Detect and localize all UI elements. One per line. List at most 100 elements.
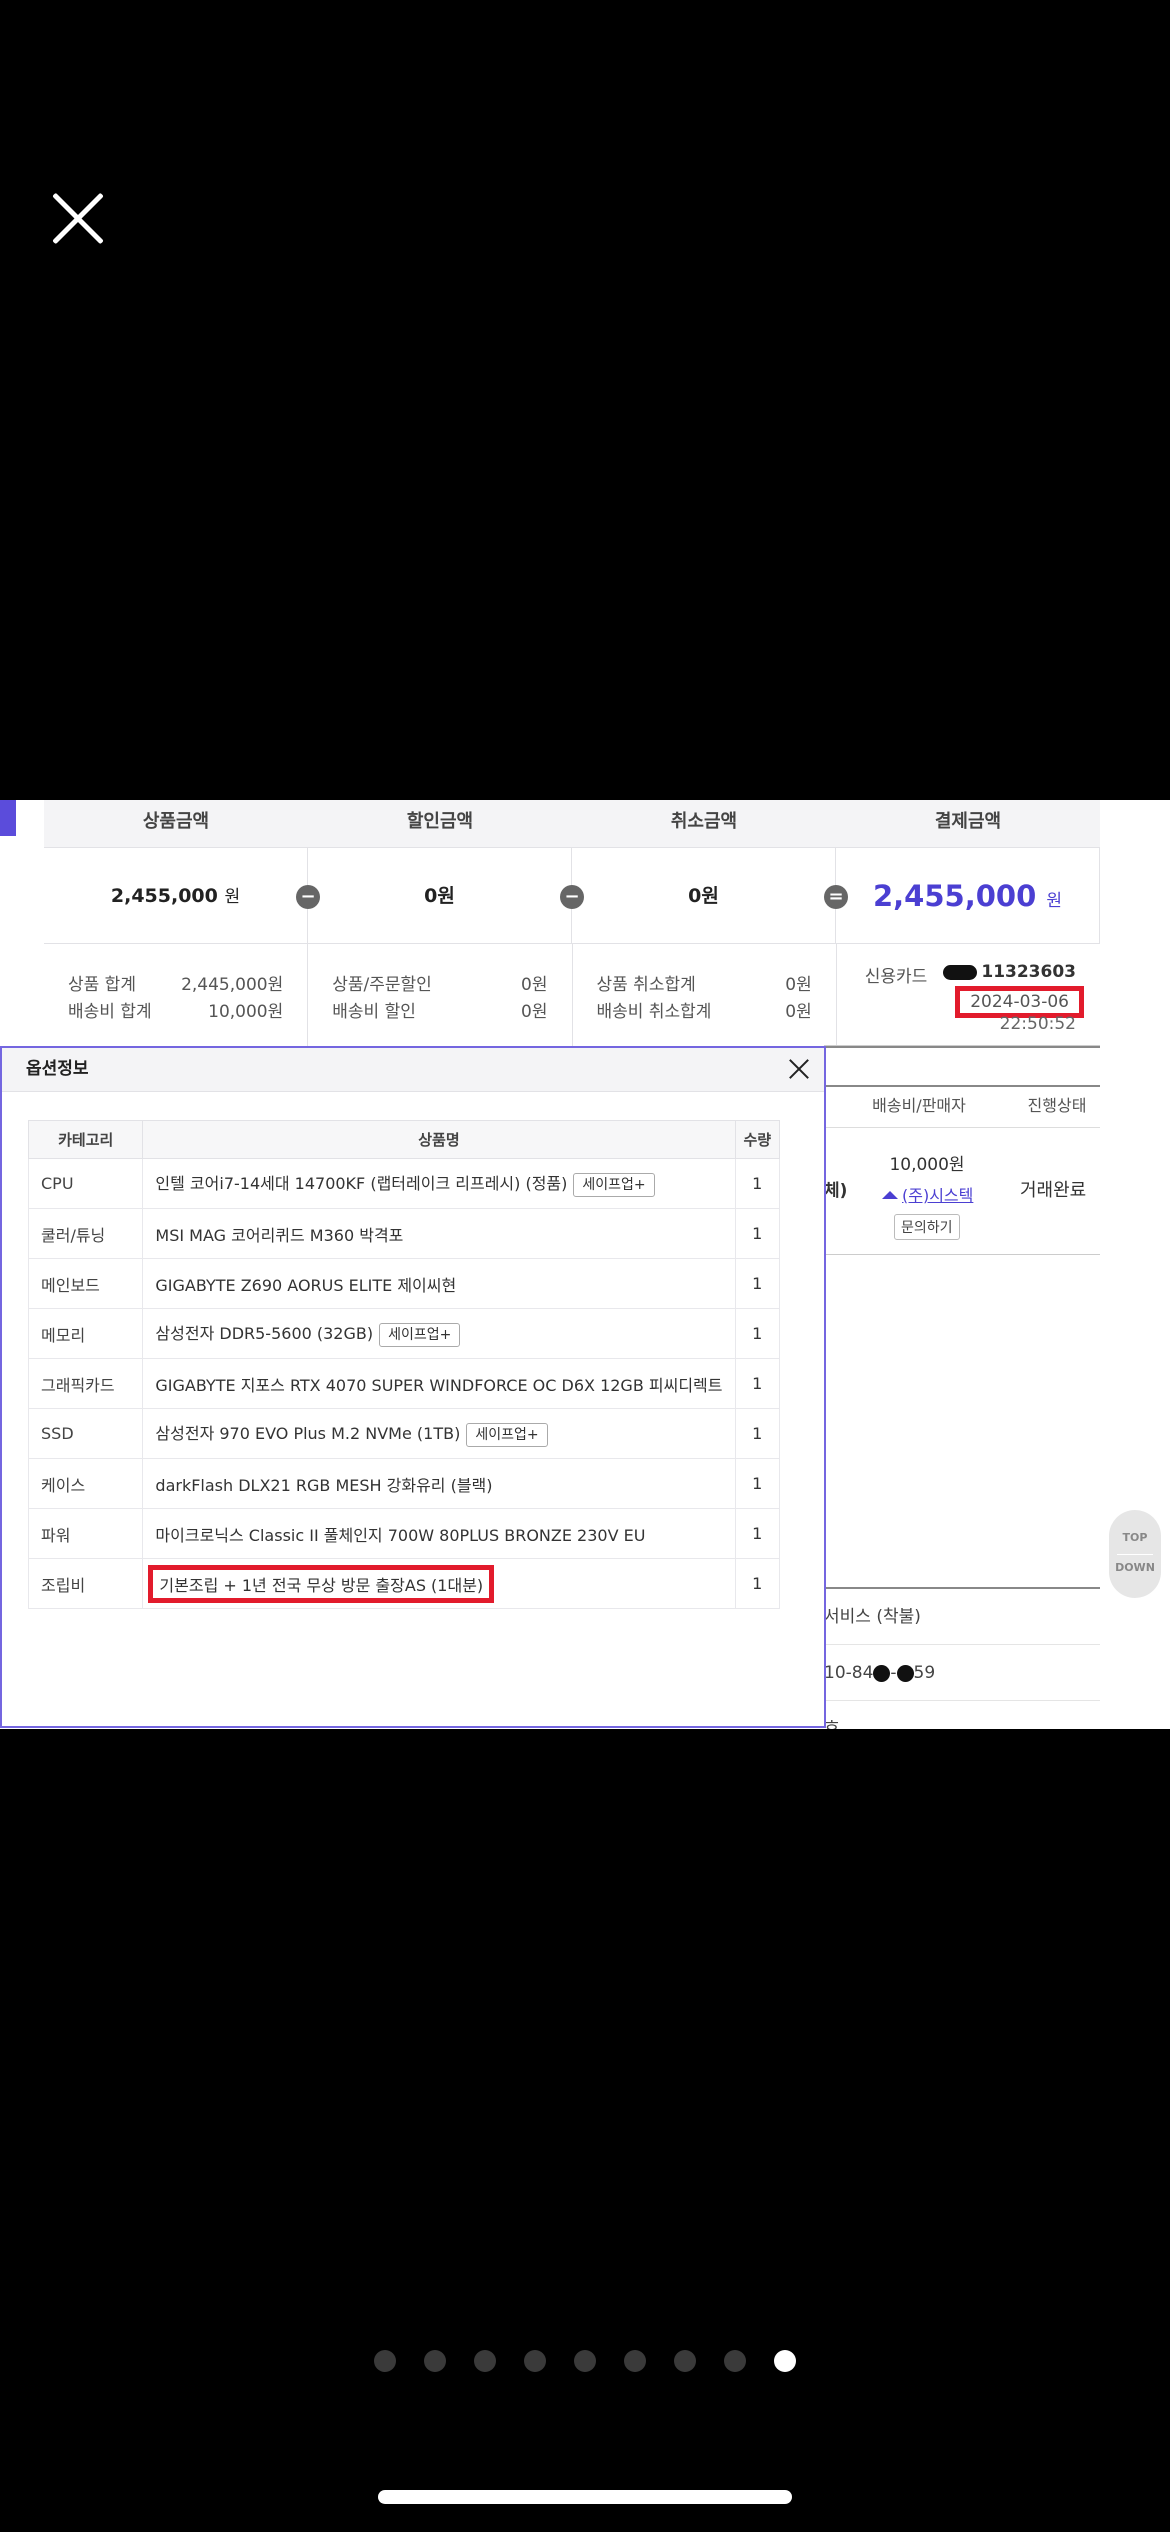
col-quantity: 수량 — [734, 1120, 780, 1159]
redaction-mark — [873, 1664, 891, 1682]
seller-link[interactable]: (주)시스텍 — [882, 1182, 973, 1206]
option-table: 카테고리 상품명 수량 CPU 인텔 코어i7-14세대 14700KF (랩터레… — [27, 1120, 780, 1609]
product-name: GIGABYTE Z690 AORUS ELITE 제이씨현 — [155, 1275, 457, 1295]
product-cell: 마이크로닉스 Classic II 풀체인지 700W 80PLUS BRONZ… — [142, 1508, 736, 1559]
product-cell: MSI MAG 코어리퀴드 M360 박격포 — [142, 1208, 736, 1259]
quantity-cell: 1 — [734, 1358, 780, 1409]
page-dot[interactable] — [724, 2350, 746, 2372]
product-name: GIGABYTE 지포스 RTX 4070 SUPER WINDFORCE OC… — [155, 1375, 723, 1395]
phone-row: 10-84-59 — [824, 1645, 1100, 1701]
won-unit: 원 — [1046, 891, 1063, 911]
quantity-cell: 1 — [734, 1258, 780, 1309]
table-row: 조립비 기본조립 + 1년 전국 무상 방문 출장AS (1대분) 1 — [27, 1558, 780, 1609]
table-row: 케이스 darkFlash DLX21 RGB MESH 강화유리 (블랙) 1 — [27, 1458, 780, 1509]
page-dot[interactable] — [674, 2350, 696, 2372]
category-cell: CPU — [27, 1158, 144, 1209]
product-name: 인텔 코어i7-14세대 14700KF (랩터레이크 리프레시) (정품) — [155, 1174, 568, 1193]
safe-up-tag[interactable]: 세이프업+ — [573, 1173, 655, 1197]
payment-amount-cell: 2,455,000 원 — [836, 848, 1100, 943]
close-viewer-icon[interactable] — [50, 190, 106, 246]
product-cell: 인텔 코어i7-14세대 14700KF (랩터레이크 리프레시) (정품) 세이… — [142, 1158, 736, 1209]
table-row: 쿨러/튜닝 MSI MAG 코어리퀴드 M360 박격포 1 — [27, 1208, 780, 1259]
shipping-discount-label: 배송비 할인 — [332, 1002, 416, 1022]
table-row: SSD 삼성전자 970 EVO Plus M.2 NVMe (1TB) 세이프업+… — [27, 1408, 780, 1459]
product-name: MSI MAG 코어리퀴드 M360 박격포 — [155, 1225, 404, 1245]
col-product-name: 상품명 — [142, 1120, 736, 1159]
payment-summary: 상품금액 할인금액 취소금액 결제금액 2,455,000 원 0원 0원 2,… — [44, 800, 1100, 1048]
order-discount-value: 0원 — [521, 975, 548, 995]
payment-method: 신용카드 — [864, 967, 928, 987]
quantity-cell: 1 — [734, 1208, 780, 1259]
header-discount-amount: 할인금액 — [406, 811, 474, 832]
shipping-total-value: 10,000원 — [208, 1002, 284, 1022]
divider — [1117, 1554, 1153, 1555]
table-row: 그래픽카드 GIGABYTE 지포스 RTX 4070 SUPER WINDFOR… — [27, 1358, 780, 1409]
table-row: 메모리 삼성전자 DDR5-5600 (32GB) 세이프업+ 1 — [27, 1308, 780, 1359]
product-cell: GIGABYTE Z690 AORUS ELITE 제이씨현 — [142, 1258, 736, 1309]
table-row: 메인보드 GIGABYTE Z690 AORUS ELITE 제이씨현 1 — [27, 1258, 780, 1309]
minus-icon: − — [296, 885, 320, 909]
cancel-detail-col: 상품 취소합계 0원 배송비 취소합계 0원 — [573, 944, 837, 1046]
header-cancel-amount: 취소금액 — [670, 811, 738, 832]
cancel-amount-value: 0원 — [572, 848, 836, 943]
shipping-cancel-value: 0원 — [785, 1002, 812, 1022]
scroll-top-button[interactable]: TOP — [1109, 1510, 1161, 1554]
screenshot-image: 상품금액 할인금액 취소금액 결제금액 2,455,000 원 0원 0원 2,… — [0, 800, 1170, 1729]
product-total-value: 2,445,000원 — [181, 975, 284, 995]
delivery-info: 서비스 (착불) 10-84-59 호 — [824, 1587, 1100, 1729]
cancel-total-label: 상품 취소합계 — [596, 975, 696, 995]
order-status: 거래완료 — [1020, 1180, 1087, 1201]
quantity-cell: 1 — [734, 1458, 780, 1509]
page-dot[interactable] — [774, 2350, 796, 2372]
product-cell: 삼성전자 DDR5-5600 (32GB) 세이프업+ — [142, 1308, 736, 1359]
category-cell: 파워 — [27, 1508, 144, 1559]
shipping-method-row: 서비스 (착불) — [824, 1589, 1100, 1645]
minus-icon: − — [560, 885, 584, 909]
page-dot[interactable] — [624, 2350, 646, 2372]
page-dot[interactable] — [524, 2350, 546, 2372]
close-icon[interactable] — [788, 1058, 810, 1080]
product-cell: darkFlash DLX21 RGB MESH 강화유리 (블랙) — [142, 1458, 736, 1509]
redaction-mark — [896, 1664, 914, 1682]
modal-title: 옵션정보 — [26, 1059, 89, 1079]
quantity-cell: 1 — [734, 1308, 780, 1359]
summary-details: 상품 합계 2,445,000원 배송비 합계 10,000원 상품/주문할인 0원 … — [44, 944, 1100, 1048]
product-name: darkFlash DLX21 RGB MESH 강화유리 (블랙) — [155, 1475, 493, 1495]
address-row: 호 — [824, 1701, 1100, 1729]
product-total-label: 상품 합계 — [68, 975, 136, 995]
page-dot[interactable] — [574, 2350, 596, 2372]
col-shipping-seller: 배송비/판매자 — [872, 1096, 966, 1115]
table-row: CPU 인텔 코어i7-14세대 14700KF (랩터레이크 리프레시) (정품… — [27, 1158, 780, 1209]
scroll-down-button[interactable]: DOWN — [1109, 1554, 1161, 1598]
shipping-discount-value: 0원 — [521, 1002, 548, 1022]
equals-icon: = — [824, 885, 848, 909]
inquiry-button[interactable]: 문의하기 — [894, 1214, 960, 1240]
order-discount-label: 상품/주문할인 — [332, 975, 432, 995]
category-cell: 메모리 — [27, 1308, 144, 1359]
shipping-cancel-label: 배송비 취소합계 — [596, 1002, 712, 1022]
category-cell: 쿨러/튜닝 — [27, 1208, 144, 1259]
truncated-text: 체) — [824, 1181, 848, 1201]
safe-up-tag[interactable]: 세이프업+ — [379, 1323, 461, 1347]
left-edge-tab — [0, 800, 16, 836]
product-name: 삼성전자 970 EVO Plus M.2 NVMe (1TB) — [155, 1424, 461, 1443]
page-dot[interactable] — [374, 2350, 396, 2372]
product-cell: GIGABYTE 지포스 RTX 4070 SUPER WINDFORCE OC… — [142, 1358, 736, 1409]
product-name: 마이크로닉스 Classic II 풀체인지 700W 80PLUS BRONZ… — [155, 1525, 646, 1545]
safe-up-tag[interactable]: 세이프업+ — [466, 1423, 548, 1447]
phone-part-2: 59 — [913, 1663, 936, 1683]
category-cell: SSD — [27, 1408, 144, 1459]
shipping-fee: 10,000원 — [889, 1155, 965, 1175]
payment-time: 22:50:52 — [999, 1014, 1076, 1034]
payment-amount-value: 2,455,000 — [872, 879, 1037, 913]
page-dot[interactable] — [424, 2350, 446, 2372]
cancel-total-value: 0원 — [785, 975, 812, 995]
page-dot[interactable] — [474, 2350, 496, 2372]
modal-header: 옵션정보 — [2, 1048, 824, 1092]
shipping-total-label: 배송비 합계 — [68, 1002, 152, 1022]
scroll-top-down-widget: TOP DOWN — [1109, 1510, 1161, 1598]
home-indicator — [378, 2490, 792, 2504]
won-unit: 원 — [224, 887, 241, 907]
category-cell: 메인보드 — [27, 1258, 144, 1309]
quantity-cell: 1 — [734, 1408, 780, 1459]
